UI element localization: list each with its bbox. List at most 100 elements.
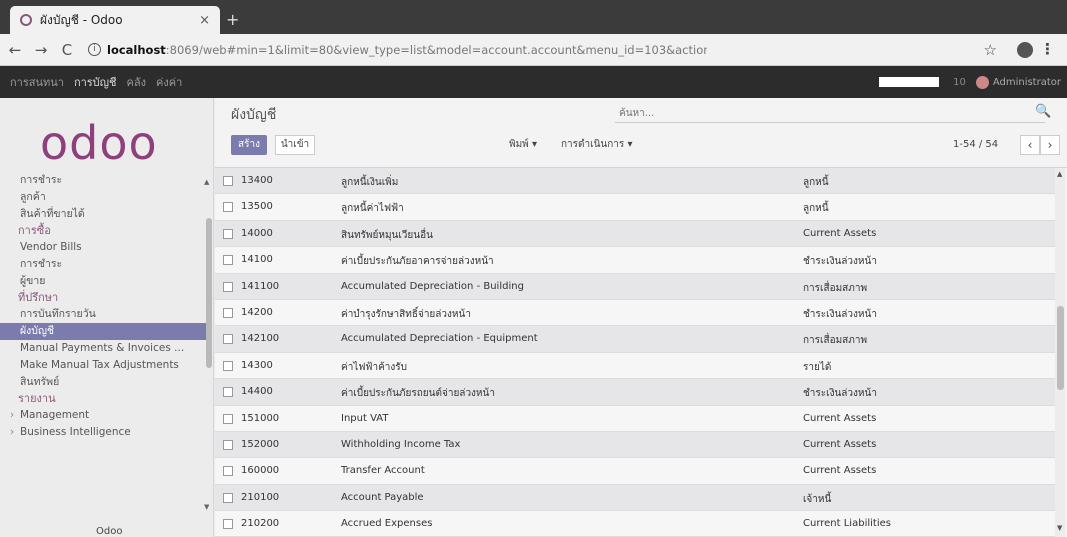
accounts-list: 13400 ลูกหนี้เงินเพิ่ม ลูกหนี้ 13500 ลูกหนี้… [215,168,1055,537]
account-type-cell: ชำระเงินล่วงหน้า [803,388,877,400]
row-checkbox[interactable] [223,519,233,530]
messages-counter[interactable]: 10 [953,77,966,88]
table-row[interactable]: 210200 Accrued Expenses Current Liabilitie… [215,511,1055,537]
row-checkbox[interactable] [223,334,233,345]
account-type-cell: ชำระเงินล่วงหน้า [803,256,877,268]
list-scroll-up-icon[interactable]: ▲ [1057,170,1062,178]
row-checkbox[interactable] [223,360,233,371]
powered-by-odoo[interactable]: Odoo [96,526,122,537]
row-checkbox[interactable] [223,202,233,213]
account-name-cell: ลูกหนี้ค่าไฟฟ้า [341,203,404,215]
top-menu-app[interactable]: การสนทนา [10,73,64,91]
table-row[interactable]: 13400 ลูกหนี้เงินเพิ่ม ลูกหนี้ [215,168,1055,195]
table-row[interactable]: 160000 Transfer Account Current Assets [215,458,1055,485]
sidebar-item[interactable]: การชำระ [0,256,206,273]
table-row[interactable]: 152000 Withholding Income Tax Current Asse… [215,431,1055,459]
sidebar-item[interactable]: ผังบัญชี [0,323,206,340]
user-avatar[interactable] [975,75,989,89]
odoo-logo[interactable]: odoo [40,116,158,170]
row-checkbox[interactable] [223,492,233,503]
sidebar-scrollbar-thumb[interactable] [206,218,212,368]
action-dropdown[interactable]: การดำเนินการ ▾ [555,135,638,155]
table-row[interactable]: 13500 ลูกหนี้ค่าไฟฟ้า ลูกหนี้ [215,194,1055,221]
row-checkbox[interactable] [223,176,233,186]
row-checkbox[interactable] [223,228,233,239]
account-name-cell: Account Payable [341,491,424,503]
scroll-up-icon[interactable]: ▲ [204,178,209,186]
bookmark-star-icon[interactable]: ☆ [984,41,997,59]
back-icon[interactable]: ← [4,41,26,59]
search-input[interactable] [615,105,1045,123]
close-tab-icon[interactable]: × [199,13,210,28]
account-code-cell: 14000 [241,227,273,239]
row-checkbox[interactable] [223,387,233,398]
reload-icon[interactable]: C [56,41,78,59]
scroll-down-icon[interactable]: ▼ [204,503,209,511]
table-row[interactable]: 151000 Input VAT Current Assets [215,405,1055,432]
account-name-cell: Accumulated Depreciation - Equipment [341,333,538,345]
account-code-cell: 14300 [241,359,273,371]
browser-tab[interactable]: ผังบัญชี - Odoo × [10,6,220,34]
new-tab-button[interactable]: + [226,10,239,29]
row-checkbox[interactable] [223,466,233,477]
top-menu-app[interactable]: การบัญชี [74,73,117,91]
sidebar-item[interactable]: การบันทึกรายวัน [0,306,206,323]
extension-icon[interactable] [1017,42,1033,58]
import-button[interactable]: นำเข้า [275,135,315,155]
account-name-cell: สินทรัพย์หมุนเวียนอื่น [341,229,433,241]
table-row[interactable]: 210100 Account Payable เจ้าหนี้ [215,484,1055,512]
table-row[interactable]: 14300 ค่าไฟฟ้าค้างรับ รายได้ [215,352,1055,380]
top-menu-app[interactable]: ค่งค่า [156,73,182,91]
sidebar-section-header: ที่ปรึกษา [18,291,59,304]
odoo-favicon-icon [20,14,32,26]
sidebar-item[interactable]: การชำระ [0,172,206,189]
sidebar-item[interactable]: Vendor Bills [0,239,206,256]
account-name-cell: ค่าเบี้ยประกันภัยรถยนต์จ่ายล่วงหน้า [341,388,495,400]
pager-next-button[interactable]: › [1040,135,1060,155]
table-row[interactable]: 14200 ค่าบำรุงรักษาสิทธิ์จ่ายล่วงหน้า ชำระ… [215,299,1055,327]
account-type-cell: เจ้าหนี้ [803,493,832,505]
sidebar-item[interactable]: Management [0,407,206,424]
sidebar-item[interactable]: ลูกค้า [0,189,206,206]
pager-previous-button[interactable]: ‹ [1020,135,1040,155]
row-checkbox[interactable] [223,281,233,292]
pager-value[interactable]: 1-54 / 54 [953,135,998,155]
sidebar-section-header: การซื้อ [18,224,51,237]
browser-toolbar: ← → C i localhost:8069/web#min=1&limit=8… [0,34,1067,66]
control-panel: ผังบัญชี 🔍 สร้าง นำเข้า พิมพ์ ▾ การดำเนิ… [215,98,1067,168]
table-row[interactable]: 142100 Accumulated Depreciation - Equipme… [215,326,1055,353]
site-info-icon[interactable]: i [88,43,101,56]
sidebar-item[interactable]: Business Intelligence [0,424,206,441]
account-type-cell: ลูกหนี้ [803,203,829,215]
account-type-cell: Current Assets [803,412,877,424]
systray: 10 Administrator [879,66,1061,98]
table-row[interactable]: 14000 สินทรัพย์หมุนเวียนอื่น Current Asset… [215,220,1055,248]
user-menu[interactable]: Administrator [993,77,1061,88]
sidebar-item[interactable]: ผู้ขาย [0,273,206,290]
browser-menu-icon[interactable]: ⋮ [1040,40,1055,58]
row-checkbox[interactable] [223,413,233,424]
list-scroll-down-icon[interactable]: ▼ [1057,524,1062,532]
sidebar-item[interactable]: Manual Payments & Invoices ... [0,340,206,357]
account-code-cell: 152000 [241,438,280,450]
account-code-cell: 14100 [241,254,273,266]
table-row[interactable]: 14100 ค่าเบี้ยประกันภัยอาคารจ่ายล่วงหน้า ช… [215,247,1055,274]
odoo-main-menu: การสนทนา การบัญชี คลัง ค่งค่า 10 Administra… [0,66,1067,98]
sidebar-item[interactable]: สินค้าที่ขายได้ [0,206,206,223]
forward-icon[interactable]: → [30,41,52,59]
row-checkbox[interactable] [223,307,233,318]
row-checkbox[interactable] [223,439,233,450]
search-icon[interactable]: 🔍 [1035,104,1051,119]
table-row[interactable]: 141100 Accumulated Depreciation - Buildin… [215,273,1055,300]
account-code-cell: 160000 [241,465,280,477]
table-row[interactable]: 14400 ค่าเบี้ยประกันภัยรถยนต์จ่ายล่วงหน้า… [215,379,1055,406]
sidebar-item[interactable]: Make Manual Tax Adjustments [0,357,206,374]
create-button[interactable]: สร้าง [231,135,267,155]
row-checkbox[interactable] [223,255,233,266]
top-menu-app[interactable]: คลัง [127,73,146,91]
sidebar-item[interactable]: สินทรัพย์ [0,374,206,391]
print-dropdown[interactable]: พิมพ์ ▾ [503,135,543,155]
list-scrollbar-thumb[interactable] [1057,306,1064,390]
main-content: ผังบัญชี 🔍 สร้าง นำเข้า พิมพ์ ▾ การดำเนิ… [215,98,1067,537]
url-field[interactable]: localhost:8069/web#min=1&limit=80&view_t… [107,43,707,57]
